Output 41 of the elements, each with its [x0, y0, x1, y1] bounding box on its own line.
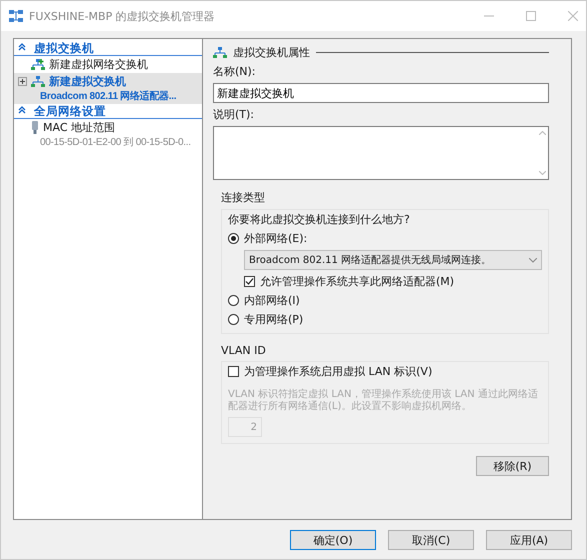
- group-title: 连接类型: [221, 190, 266, 205]
- expand-icon[interactable]: [18, 77, 27, 86]
- item-label: MAC 地址范围: [43, 120, 115, 135]
- section-header[interactable]: 虚拟交换机: [14, 41, 202, 56]
- adapter-dropdown[interactable]: Broadcom 802.11 网络适配器提供无线局域网连接。: [244, 250, 542, 270]
- network-icon: [31, 76, 45, 87]
- name-field[interactable]: 新建虚拟交换机: [213, 83, 549, 103]
- network-icon: [213, 47, 227, 58]
- vlan-checkbox[interactable]: 为管理操作系统启用虚拟 LAN 标识(V): [228, 364, 542, 379]
- radio-icon[interactable]: [228, 233, 239, 244]
- radio-option[interactable]: 专用网络(P): [228, 312, 542, 327]
- tree-item[interactable]: MAC 地址范围 00-15-5D-01-E2-00 到 00-15-5D-0...: [14, 119, 202, 150]
- app-icon: [9, 10, 23, 22]
- checkbox-icon[interactable]: [244, 276, 255, 287]
- checkbox-icon[interactable]: [228, 366, 239, 377]
- name-label: 名称(N):: [213, 64, 257, 79]
- item-label: 新建虚拟交换机: [49, 74, 126, 89]
- share-checkbox[interactable]: 允许管理操作系统共享此网络适配器(M): [244, 274, 542, 289]
- description-label: 说明(T):: [213, 107, 256, 122]
- tree-item[interactable]: 新建虚拟交换机 Broadcom 802.11 网络适配器...: [14, 73, 202, 104]
- radio-option[interactable]: 内部网络(I): [228, 293, 542, 308]
- group-title: VLAN ID: [221, 344, 267, 357]
- section-header[interactable]: 全局网络设置: [14, 104, 202, 119]
- dialog-button[interactable]: 取消(C): [388, 530, 474, 550]
- dialog-button[interactable]: 确定(O): [290, 530, 376, 550]
- item-detail: 00-15-5D-01-E2-00 到 00-15-5D-0...: [40, 136, 191, 149]
- radio-icon[interactable]: [228, 314, 239, 325]
- window-title: FUXSHINE-MBP 的虚拟交换机管理器: [29, 8, 216, 24]
- item-label: 新建虚拟网络交换机: [49, 57, 148, 72]
- radio-icon[interactable]: [228, 295, 239, 306]
- tree-item[interactable]: 新建虚拟网络交换机: [14, 56, 202, 73]
- network-add-icon: [31, 59, 45, 70]
- dialog-button[interactable]: 应用(A): [486, 530, 572, 550]
- network-card-icon: [31, 121, 39, 134]
- section-title: 虚拟交换机属性: [233, 45, 310, 60]
- vlan-note: VLAN 标识符指定虚拟 LAN，管理操作系统使用该 LAN 通过此网络适配器进行所有网络通信(L)。此设置不影响虚拟机网络。: [228, 389, 539, 413]
- remove-button[interactable]: 移除(R): [476, 456, 549, 476]
- radio-option[interactable]: 外部网络(E):: [228, 231, 542, 246]
- question-text: 你要将此虚拟交换机连接到什么地方?: [228, 212, 411, 227]
- item-detail: Broadcom 802.11 网络适配器...: [40, 90, 176, 103]
- dropdown-caret-icon[interactable]: [529, 258, 537, 262]
